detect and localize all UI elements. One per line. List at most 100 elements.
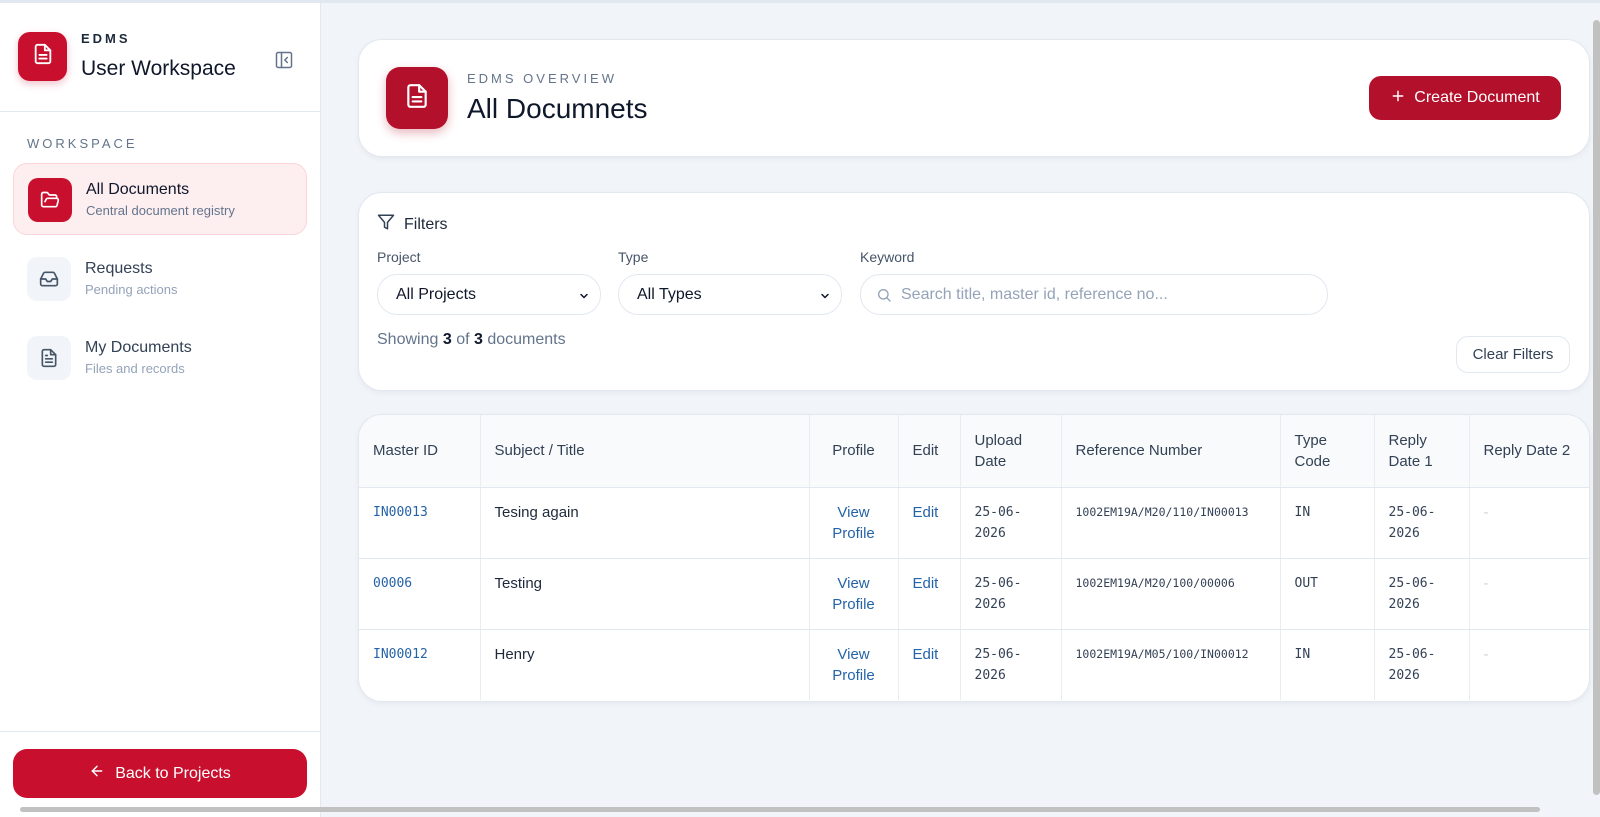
keyword-search-input[interactable]: Search title, master id, reference no... — [860, 274, 1328, 315]
reply-date-1-cell: 25-06-2026 — [1374, 487, 1470, 559]
documents-table: Master ID Subject / Title Profile Edit U… — [359, 415, 1589, 700]
app-logo — [18, 32, 67, 81]
section-label-workspace: WORKSPACE — [27, 136, 138, 151]
plus-icon — [1390, 88, 1406, 109]
sidebar-item-label: Requests — [85, 260, 153, 277]
table-header-row: Master ID Subject / Title Profile Edit U… — [359, 415, 1589, 488]
view-profile-link[interactable]: View Profile — [809, 629, 899, 700]
table-row: IN00013 Tesing again View Profile Edit 2… — [359, 487, 1589, 559]
brand-name: EDMS — [81, 31, 131, 46]
column-header: Master ID — [359, 415, 481, 488]
column-header: Edit — [898, 415, 961, 488]
results-shown: 3 — [442, 331, 452, 348]
edit-link[interactable]: Edit — [898, 487, 961, 559]
type-select[interactable]: All Types — [618, 274, 842, 315]
filter-icon — [377, 213, 395, 236]
table-row: IN00012 Henry View Profile Edit 25-06-20… — [359, 629, 1589, 700]
project-select-value: All Projects — [396, 285, 477, 303]
master-id-link[interactable]: IN00013 — [359, 487, 481, 559]
reply-date-2-cell: - — [1469, 487, 1589, 559]
column-header: Profile — [809, 415, 899, 488]
keyword-filter-label: Keyword — [860, 249, 915, 265]
reference-number-cell: 1002EM19A/M20/110/IN00013 — [1061, 487, 1281, 559]
create-document-label: Create Document — [1414, 89, 1540, 106]
page-title: All Documnets — [467, 93, 648, 124]
column-header: Subject / Title — [480, 415, 810, 488]
filters-card: Filters Project All Projects Type All Ty… — [358, 192, 1590, 391]
file-text-icon — [27, 336, 71, 380]
document-icon — [32, 43, 54, 70]
master-id-link[interactable]: IN00012 — [359, 629, 481, 700]
header-logo — [386, 67, 448, 129]
column-header: Upload Date — [960, 415, 1062, 488]
back-button-label: Back to Projects — [115, 764, 231, 782]
type-code-cell: OUT — [1280, 558, 1375, 630]
project-filter-label: Project — [377, 249, 421, 265]
type-filter-label: Type — [618, 249, 649, 265]
keyword-placeholder: Search title, master id, reference no... — [901, 285, 1168, 303]
page-header-card: EDMS OVERVIEW All Documnets Create Docum… — [358, 39, 1590, 157]
project-select[interactable]: All Projects — [377, 274, 601, 315]
reference-number-cell: 1002EM19A/M20/100/00006 — [1061, 558, 1281, 630]
upload-date-cell: 25-06-2026 — [960, 629, 1062, 700]
column-header: Reply Date 1 — [1374, 415, 1470, 488]
page-eyebrow: EDMS OVERVIEW — [467, 71, 618, 86]
filters-heading-label: Filters — [404, 215, 448, 233]
chevron-down-icon — [578, 289, 590, 307]
sidebar-header: EDMS User Workspace — [0, 3, 320, 112]
type-select-value: All Types — [637, 285, 702, 303]
folder-open-icon — [28, 178, 72, 222]
documents-table-card: Master ID Subject / Title Profile Edit U… — [358, 414, 1590, 702]
results-count: Showing 3 of 3 documents — [377, 331, 566, 349]
subject-cell: Tesing again — [480, 487, 810, 559]
reply-date-2-cell: - — [1469, 558, 1589, 630]
results-total: 3 — [473, 331, 483, 348]
edit-link[interactable]: Edit — [898, 629, 961, 700]
results-suffix: documents — [487, 331, 566, 348]
sidebar-item-subtitle: Files and records — [85, 361, 185, 376]
reference-number-cell: 1002EM19A/M05/100/IN00012 — [1061, 629, 1281, 700]
type-code-cell: IN — [1280, 629, 1375, 700]
sidebar-item-subtitle: Pending actions — [85, 282, 178, 297]
upload-date-cell: 25-06-2026 — [960, 558, 1062, 630]
view-profile-link[interactable]: View Profile — [809, 558, 899, 630]
collapse-sidebar-button[interactable] — [274, 50, 294, 70]
sidebar-item-label: All Documents — [86, 181, 190, 198]
clear-filters-button[interactable]: Clear Filters — [1456, 336, 1570, 373]
sidebar-item-label: My Documents — [85, 339, 192, 356]
table-row: 00006 Testing View Profile Edit 25-06-20… — [359, 558, 1589, 630]
sidebar-footer: Back to Projects — [0, 731, 321, 817]
column-header: Reference Number — [1061, 415, 1281, 488]
sidebar-item-my-documents[interactable]: My Documents Files and records — [13, 322, 307, 394]
horizontal-scrollbar[interactable] — [20, 807, 1540, 812]
sidebar-item-all-documents[interactable]: All Documents Central document registry — [13, 163, 307, 235]
type-code-cell: IN — [1280, 487, 1375, 559]
document-icon — [404, 83, 430, 114]
inbox-icon — [27, 257, 71, 301]
reply-date-1-cell: 25-06-2026 — [1374, 629, 1470, 700]
sidebar-item-requests[interactable]: Requests Pending actions — [13, 243, 307, 315]
column-header: Reply Date 2 — [1469, 415, 1589, 488]
subject-cell: Henry — [480, 629, 810, 700]
master-id-link[interactable]: 00006 — [359, 558, 481, 630]
results-of: of — [456, 331, 470, 348]
view-profile-link[interactable]: View Profile — [809, 487, 899, 559]
column-header: Type Code — [1280, 415, 1375, 488]
collapse-sidebar-icon — [274, 51, 294, 74]
workspace-title: User Workspace — [81, 57, 236, 80]
results-prefix: Showing — [377, 331, 439, 348]
sidebar: EDMS User Workspace WORKSPACE All Docume… — [0, 3, 321, 817]
edit-link[interactable]: Edit — [898, 558, 961, 630]
vertical-scrollbar[interactable] — [1593, 20, 1600, 795]
upload-date-cell: 25-06-2026 — [960, 487, 1062, 559]
search-icon — [876, 287, 892, 308]
back-to-projects-button[interactable]: Back to Projects — [13, 749, 307, 798]
sidebar-item-subtitle: Central document registry — [86, 203, 235, 218]
arrow-left-icon — [89, 763, 105, 784]
reply-date-1-cell: 25-06-2026 — [1374, 558, 1470, 630]
reply-date-2-cell: - — [1483, 645, 1489, 663]
create-document-button[interactable]: Create Document — [1369, 76, 1561, 120]
filters-heading: Filters — [377, 213, 448, 236]
chevron-down-icon — [819, 289, 831, 307]
subject-cell: Testing — [480, 558, 810, 630]
